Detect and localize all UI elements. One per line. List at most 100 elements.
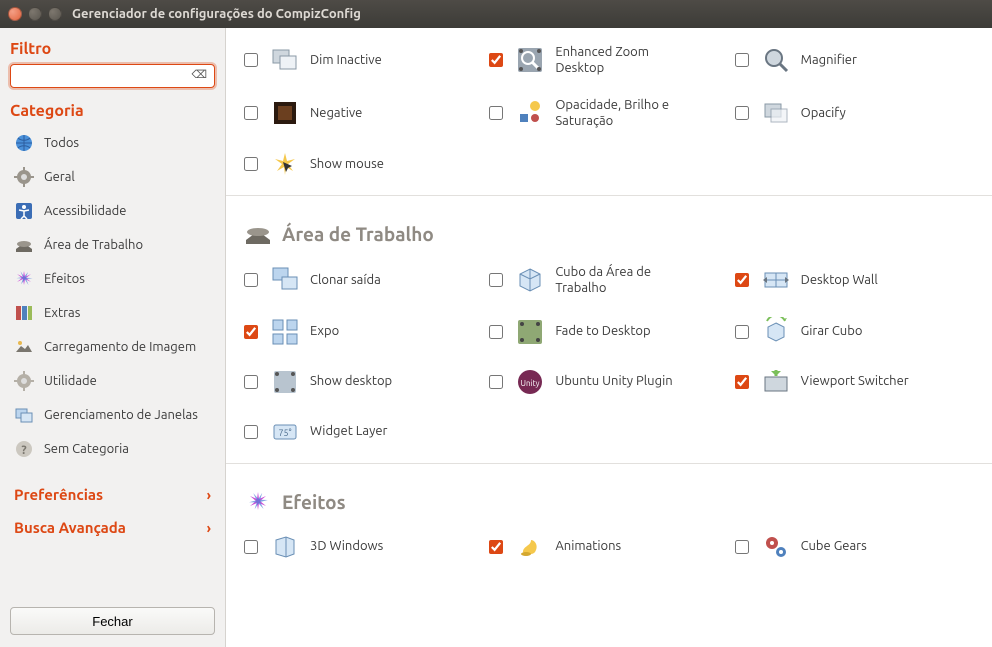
plugin-label: Ubuntu Unity Plugin (555, 373, 672, 389)
plugin-item[interactable]: Opacidade, Brilho e Saturação (489, 97, 728, 130)
plugin-checkbox[interactable] (489, 273, 503, 287)
plugin-item[interactable]: Unity Ubuntu Unity Plugin (489, 367, 728, 397)
sidebar-item-acessibilidade[interactable]: Acessibilidade (10, 194, 215, 228)
plugin-item[interactable]: Show desktop (244, 367, 483, 397)
plugin-item[interactable]: Fade to Desktop (489, 317, 728, 347)
plugin-checkbox[interactable] (244, 540, 258, 554)
effects-section-icon (244, 490, 272, 514)
plugin-item[interactable]: Show mouse (244, 149, 483, 179)
svg-text:75°: 75° (278, 428, 291, 438)
plugin-item[interactable]: Girar Cubo (735, 317, 974, 347)
plugin-checkbox[interactable] (489, 325, 503, 339)
plugin-checkbox[interactable] (244, 375, 258, 389)
plugin-item[interactable]: Opacify (735, 97, 974, 130)
chevron-right-icon: › (207, 487, 211, 503)
plugin-item[interactable]: Animations (489, 532, 728, 562)
preferences-link[interactable]: Preferências › (10, 478, 215, 511)
animations-icon (515, 532, 545, 562)
plugin-checkbox[interactable] (244, 425, 258, 439)
plugin-label: Animations (555, 538, 621, 554)
plugin-item[interactable]: Clonar saída (244, 264, 483, 297)
sidebar-item-label: Extras (44, 306, 80, 320)
sidebar-item-label: Área de Trabalho (44, 238, 143, 252)
sidebar-item-sem-categoria[interactable]: ? Sem Categoria (10, 432, 215, 466)
plugin-checkbox[interactable] (489, 53, 503, 67)
cube-gears-icon (761, 532, 791, 562)
expo-icon (270, 317, 300, 347)
plugin-checkbox[interactable] (244, 157, 258, 171)
3d-windows-icon (270, 532, 300, 562)
plugin-item[interactable]: Expo (244, 317, 483, 347)
plugin-item[interactable]: Negative (244, 97, 483, 130)
filter-input[interactable] (10, 64, 215, 88)
effects-icon (14, 269, 34, 289)
cube-icon (515, 265, 545, 295)
plugin-grid: Clonar saída Cubo da Área de Trabalho De… (244, 256, 974, 453)
negative-icon (270, 98, 300, 128)
sidebar-item-gerenciamento-de-janelas[interactable]: Gerenciamento de Janelas (10, 398, 215, 432)
plugin-checkbox[interactable] (735, 53, 749, 67)
filter-heading: Filtro (10, 40, 215, 58)
plugin-checkbox[interactable] (489, 540, 503, 554)
svg-text:?: ? (21, 444, 26, 457)
plugin-item[interactable]: Enhanced Zoom Desktop (489, 44, 728, 77)
clear-filter-icon[interactable]: ⌫ (191, 68, 207, 81)
main-content[interactable]: Dim Inactive Enhanced Zoom Desktop Magni… (226, 28, 992, 647)
plugin-label: Negative (310, 105, 362, 121)
plugin-label: Widget Layer (310, 423, 387, 439)
show-mouse-icon (270, 149, 300, 179)
chevron-right-icon: › (207, 520, 211, 536)
sidebar-item-area-de-trabalho[interactable]: Área de Trabalho (10, 228, 215, 262)
plugin-checkbox[interactable] (244, 325, 258, 339)
section-title: Área de Trabalho (282, 223, 434, 245)
window-title: Gerenciador de configurações do CompizCo… (72, 7, 361, 21)
sidebar-item-label: Geral (44, 170, 75, 184)
plugin-label: 3D Windows (310, 538, 383, 554)
plugin-item[interactable]: Cube Gears (735, 532, 974, 562)
window-mgmt-icon (14, 405, 34, 425)
plugin-item[interactable]: 3D Windows (244, 532, 483, 562)
sidebar-item-todos[interactable]: Todos (10, 126, 215, 160)
sidebar-item-extras[interactable]: Extras (10, 296, 215, 330)
sidebar-item-label: Acessibilidade (44, 204, 126, 218)
plugin-checkbox[interactable] (735, 106, 749, 120)
desktop-icon (14, 235, 34, 255)
magnifier-icon (761, 45, 791, 75)
plugin-item[interactable]: Cubo da Área de Trabalho (489, 264, 728, 297)
plugin-checkbox[interactable] (735, 273, 749, 287)
advanced-search-link[interactable]: Busca Avançada › (10, 511, 215, 544)
zoom-desktop-icon (515, 45, 545, 75)
plugin-item[interactable]: Desktop Wall (735, 264, 974, 297)
plugin-label: Fade to Desktop (555, 323, 650, 339)
plugin-checkbox[interactable] (244, 106, 258, 120)
svg-text:Unity: Unity (521, 379, 540, 388)
sidebar-item-carregamento-de-imagem[interactable]: Carregamento de Imagem (10, 330, 215, 364)
window-maximize-button[interactable] (48, 7, 62, 21)
plugin-grid: Dim Inactive Enhanced Zoom Desktop Magni… (244, 36, 974, 185)
sidebar: Filtro ⌫ Categoria Todos Geral Acessibil… (0, 28, 226, 647)
opacify-icon (761, 98, 791, 128)
sidebar-item-geral[interactable]: Geral (10, 160, 215, 194)
plugin-checkbox[interactable] (244, 53, 258, 67)
gear-icon (14, 167, 34, 187)
sidebar-item-utilidade[interactable]: Utilidade (10, 364, 215, 398)
obs-icon (515, 98, 545, 128)
plugin-checkbox[interactable] (489, 375, 503, 389)
close-button[interactable]: Fechar (10, 607, 215, 635)
widget-icon: 75° (270, 417, 300, 447)
plugin-item[interactable]: 75° Widget Layer (244, 417, 483, 447)
clone-icon (270, 265, 300, 295)
viewport-icon (761, 367, 791, 397)
plugin-checkbox[interactable] (489, 106, 503, 120)
plugin-item[interactable]: Magnifier (735, 44, 974, 77)
sidebar-item-efeitos[interactable]: Efeitos (10, 262, 215, 296)
plugin-checkbox[interactable] (735, 540, 749, 554)
window-minimize-button[interactable] (28, 7, 42, 21)
plugin-item[interactable]: Viewport Switcher (735, 367, 974, 397)
window-close-button[interactable] (8, 7, 22, 21)
plugin-checkbox[interactable] (735, 375, 749, 389)
plugin-checkbox[interactable] (735, 325, 749, 339)
plugin-item[interactable]: Dim Inactive (244, 44, 483, 77)
plugin-checkbox[interactable] (244, 273, 258, 287)
category-list: Todos Geral Acessibilidade Área de Traba… (10, 126, 215, 466)
